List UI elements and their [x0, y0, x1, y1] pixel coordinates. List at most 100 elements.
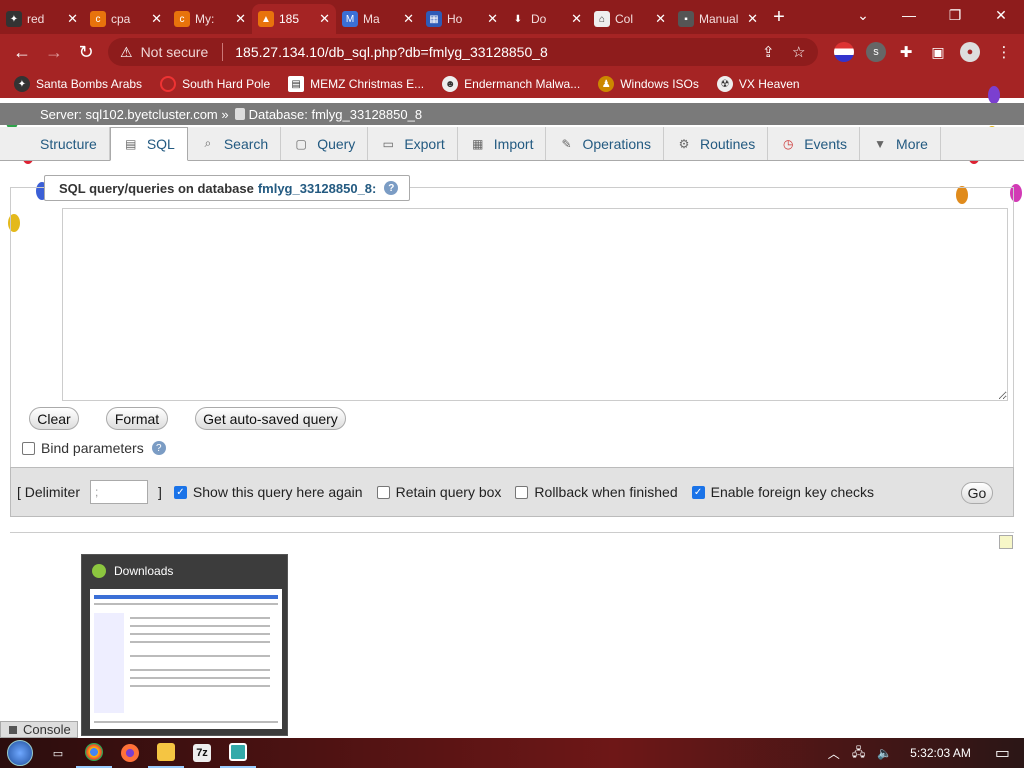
bookmark-item[interactable]: ☢ VX Heaven: [716, 76, 800, 92]
clear-button[interactable]: Clear: [29, 407, 79, 430]
fk-checks-option[interactable]: ✓ Enable foreign key checks: [691, 484, 874, 500]
sql-query-textarea[interactable]: [62, 208, 1008, 401]
tab-import[interactable]: ▦ Import: [458, 127, 547, 160]
back-button[interactable]: ←: [6, 42, 38, 63]
tab-label: Structure: [40, 135, 97, 152]
tab-close-icon[interactable]: ✕: [487, 11, 498, 27]
taskbar-firefox[interactable]: [112, 738, 148, 768]
fk-checks-checkbox[interactable]: ✓: [691, 485, 705, 499]
tab-close-icon[interactable]: ✕: [571, 11, 582, 27]
browser-tab-6[interactable]: ▦ Ho ✕: [420, 4, 504, 34]
tab-close-icon[interactable]: ✕: [151, 11, 162, 27]
thumb-row: [130, 617, 270, 619]
show-query-checkbox[interactable]: ✓: [173, 485, 187, 499]
network-icon[interactable]: 🖧: [852, 743, 865, 764]
restore-button[interactable]: ❐: [932, 0, 978, 30]
browser-tab-active[interactable]: ▲ 185 ✕: [252, 4, 336, 34]
bookmark-item[interactable]: ♟ Windows ISOs: [598, 76, 699, 92]
browser-tab-2[interactable]: c cpa ✕: [84, 4, 168, 34]
bookmark-item[interactable]: South Hard Pole: [160, 76, 270, 92]
browser-tab-9[interactable]: ▪ Manual ✕: [672, 4, 764, 34]
bind-parameters-label[interactable]: Bind parameters: [41, 440, 144, 456]
tab-close-icon[interactable]: ✕: [235, 11, 246, 27]
new-tab-button[interactable]: +: [764, 6, 794, 29]
breadcrumb-server[interactable]: Server: sql102.byetcluster.com »: [40, 107, 229, 122]
taskbar-7zip[interactable]: 7z: [184, 738, 220, 768]
address-bar[interactable]: ⚠ Not secure 185.27.134.10/db_sql.php?db…: [108, 38, 818, 66]
show-query-label[interactable]: Show this query here again: [193, 484, 363, 500]
get-auto-saved-query-button[interactable]: Get auto-saved query: [195, 407, 346, 430]
taskbar-file-explorer[interactable]: [148, 738, 184, 768]
delimiter-input[interactable]: [90, 480, 149, 504]
retain-box-checkbox[interactable]: [376, 485, 390, 499]
tab-close-icon[interactable]: ✕: [747, 11, 758, 27]
security-label[interactable]: Not secure: [141, 44, 209, 60]
task-view-button[interactable]: ▭: [40, 738, 76, 768]
thumb-address: [94, 603, 278, 605]
extensions-puzzle-icon[interactable]: ✚: [896, 42, 916, 62]
tab-routines[interactable]: ⚙ Routines: [664, 127, 769, 160]
share-icon[interactable]: ⇪: [762, 43, 775, 61]
rollback-option[interactable]: Rollback when finished: [515, 484, 678, 500]
sql-legend: SQL query/queries on database fmlyg_3312…: [44, 175, 410, 201]
tab-sql[interactable]: ▤ SQL: [109, 127, 188, 161]
profile-avatar-icon[interactable]: ●: [960, 42, 980, 62]
extension-flag-icon[interactable]: [834, 42, 854, 62]
format-button[interactable]: Format: [106, 407, 168, 430]
tab-query[interactable]: ▢ Query: [281, 127, 369, 160]
tab-search-icon[interactable]: ⌄: [840, 0, 886, 30]
tab-close-icon[interactable]: ✕: [319, 11, 330, 27]
extension-s-icon[interactable]: s: [866, 42, 886, 62]
warning-icon[interactable]: ⚠: [120, 44, 133, 61]
tab-events[interactable]: ◷ Events: [768, 127, 861, 160]
taskbar-app[interactable]: [220, 738, 256, 768]
reload-button[interactable]: ↻: [70, 42, 102, 63]
show-query-option[interactable]: ✓ Show this query here again: [173, 484, 363, 500]
forward-button[interactable]: →: [38, 42, 70, 63]
clock-time[interactable]: 5:32:03 AM: [910, 746, 971, 760]
browser-tab-3[interactable]: c My: ✕: [168, 4, 252, 34]
close-window-button[interactable]: ✕: [978, 0, 1024, 30]
tab-close-icon[interactable]: ✕: [655, 11, 666, 27]
side-panel-icon[interactable]: ▣: [928, 42, 948, 62]
bookmark-item[interactable]: ☻ Endermanch Malwa...: [442, 76, 580, 92]
browser-tab-8[interactable]: ⌂ Col ✕: [588, 4, 672, 34]
fk-checks-label[interactable]: Enable foreign key checks: [711, 484, 874, 500]
rollback-label[interactable]: Rollback when finished: [534, 484, 677, 500]
tray-chevron-icon[interactable]: ︿: [828, 745, 840, 762]
taskbar-chrome[interactable]: [76, 738, 112, 768]
console-toggle[interactable]: Console: [0, 721, 78, 738]
url-text[interactable]: 185.27.134.10/db_sql.php?db=fmlyg_331288…: [235, 44, 548, 60]
rollback-checkbox[interactable]: [515, 485, 529, 499]
bookmark-star-icon[interactable]: ☆: [792, 43, 805, 61]
tab-export[interactable]: ▭ Export: [368, 127, 458, 160]
retain-box-label[interactable]: Retain query box: [396, 484, 502, 500]
tab-operations[interactable]: ✎ Operations: [546, 127, 664, 160]
browser-tab-5[interactable]: M Ma ✕: [336, 4, 420, 34]
browser-tab-7[interactable]: ⬇ Do ✕: [504, 4, 588, 34]
tab-structure[interactable]: Structure: [28, 127, 110, 160]
tab-more[interactable]: ▼ More: [860, 127, 941, 160]
help-icon[interactable]: ?: [151, 441, 166, 455]
tab-close-icon[interactable]: ✕: [67, 11, 78, 27]
breadcrumb-database[interactable]: Database: fmlyg_33128850_8: [249, 107, 422, 122]
bind-parameters-checkbox[interactable]: [22, 441, 35, 455]
volume-icon[interactable]: 🔈: [877, 746, 892, 760]
thumb-nav-pane: [94, 613, 124, 713]
note-icon[interactable]: [999, 535, 1013, 549]
retain-box-option[interactable]: Retain query box: [376, 484, 502, 500]
menu-kebab-icon[interactable]: ⋮: [994, 42, 1014, 62]
bookmark-item[interactable]: ✦ Santa Bombs Arabs: [14, 76, 142, 92]
taskbar-preview-downloads[interactable]: Downloads: [81, 554, 288, 736]
tab-search[interactable]: ⌕ Search: [188, 127, 282, 160]
tab-label: Search: [223, 135, 269, 152]
browser-tab-1[interactable]: ✦ red ✕: [0, 4, 84, 34]
legend-database-link[interactable]: fmlyg_33128850_8:: [258, 181, 377, 196]
minimize-button[interactable]: —: [886, 0, 932, 30]
go-button[interactable]: Go: [961, 482, 993, 504]
help-icon[interactable]: ?: [384, 181, 399, 195]
bookmark-item[interactable]: ▤ MEMZ Christmas E...: [288, 76, 424, 92]
tab-close-icon[interactable]: ✕: [403, 11, 414, 27]
start-button[interactable]: [0, 738, 40, 768]
notifications-icon[interactable]: ▭: [995, 743, 1010, 763]
